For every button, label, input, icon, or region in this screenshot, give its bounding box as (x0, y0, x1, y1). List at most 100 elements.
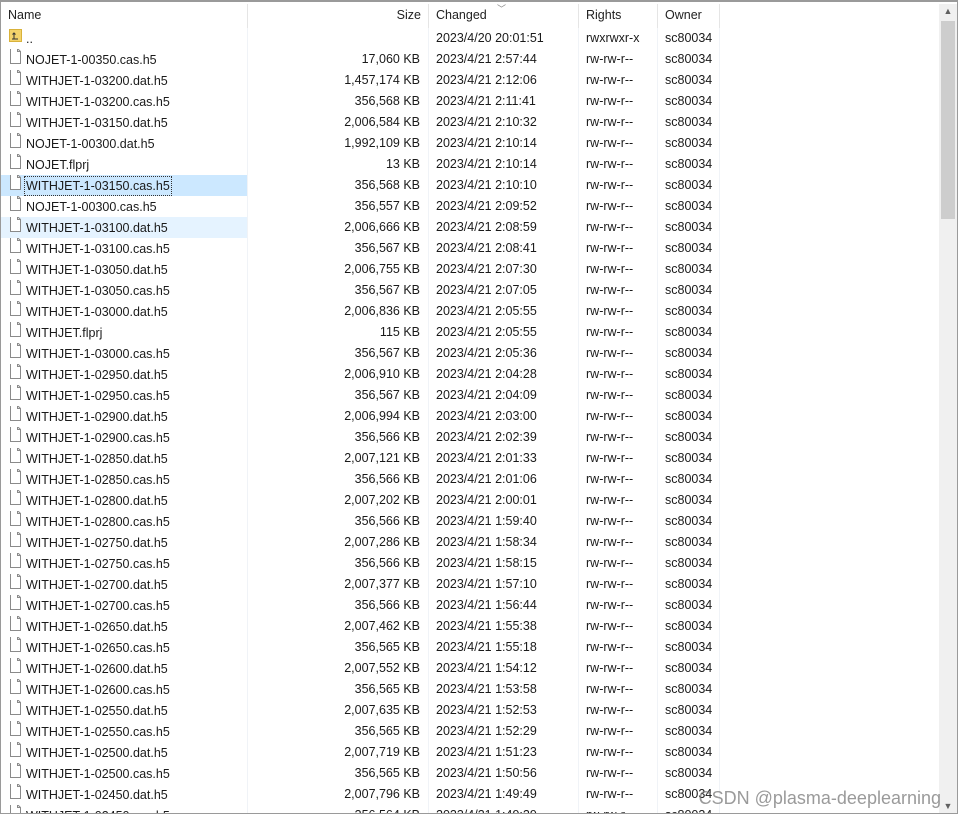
file-name-cell[interactable]: WITHJET-1-02950.dat.h5 (1, 364, 248, 385)
file-name-cell[interactable]: NOJET.flprj (1, 154, 248, 175)
file-row[interactable]: NOJET-1-00350.cas.h5 17,060 KB 2023/4/21… (1, 49, 941, 70)
scrollbar-thumb[interactable] (941, 21, 955, 219)
file-name-cell[interactable]: WITHJET-1-02900.cas.h5 (1, 427, 248, 448)
file-changed: 2023/4/21 2:05:55 (429, 322, 579, 343)
scroll-down-icon[interactable]: ▼ (939, 801, 957, 811)
file-row[interactable]: WITHJET-1-02850.cas.h5 356,566 KB 2023/4… (1, 469, 941, 490)
file-row[interactable]: WITHJET-1-02950.cas.h5 356,567 KB 2023/4… (1, 385, 941, 406)
file-name-cell[interactable]: WITHJET-1-03150.cas.h5 (1, 175, 248, 196)
file-size: 115 KB (248, 322, 429, 343)
file-row[interactable]: WITHJET-1-02700.cas.h5 356,566 KB 2023/4… (1, 595, 941, 616)
column-header-size[interactable]: Size (248, 4, 429, 28)
file-row[interactable]: WITHJET-1-02900.dat.h5 2,006,994 KB 2023… (1, 406, 941, 427)
file-row[interactable]: WITHJET-1-02700.dat.h5 2,007,377 KB 2023… (1, 574, 941, 595)
file-row[interactable]: WITHJET-1-02950.dat.h5 2,006,910 KB 2023… (1, 364, 941, 385)
file-name-cell[interactable]: WITHJET-1-03050.dat.h5 (1, 259, 248, 280)
file-rights: rw-rw-r-- (579, 658, 658, 679)
file-row[interactable]: NOJET-1-00300.dat.h5 1,992,109 KB 2023/4… (1, 133, 941, 154)
file-row[interactable]: WITHJET-1-03000.cas.h5 356,567 KB 2023/4… (1, 343, 941, 364)
file-row[interactable]: WITHJET-1-02500.cas.h5 356,565 KB 2023/4… (1, 763, 941, 784)
file-name-cell[interactable]: WITHJET-1-03100.cas.h5 (1, 238, 248, 259)
file-name-cell[interactable]: WITHJET-1-02500.cas.h5 (1, 763, 248, 784)
file-name-cell[interactable]: WITHJET-1-02650.cas.h5 (1, 637, 248, 658)
file-name-cell[interactable]: WITHJET-1-02850.cas.h5 (1, 469, 248, 490)
file-row[interactable]: WITHJET-1-02900.cas.h5 356,566 KB 2023/4… (1, 427, 941, 448)
file-row[interactable]: WITHJET-1-03100.cas.h5 356,567 KB 2023/4… (1, 238, 941, 259)
column-header-changed[interactable]: ﹀ Changed (429, 4, 579, 28)
file-name: WITHJET-1-03200.cas.h5 (26, 94, 170, 109)
file-name-cell[interactable]: NOJET-1-00300.cas.h5 (1, 196, 248, 217)
file-row[interactable]: WITHJET-1-03200.cas.h5 356,568 KB 2023/4… (1, 91, 941, 112)
file-row[interactable]: WITHJET-1-02750.cas.h5 356,566 KB 2023/4… (1, 553, 941, 574)
file-name-cell[interactable]: .. (1, 28, 248, 49)
file-name-cell[interactable]: NOJET-1-00350.cas.h5 (1, 49, 248, 70)
file-name-cell[interactable]: WITHJET-1-03050.cas.h5 (1, 280, 248, 301)
file-row[interactable]: .. 2023/4/20 20:01:51 rwxrwxr-x sc80034 (1, 28, 941, 49)
file-name-cell[interactable]: WITHJET-1-03150.dat.h5 (1, 112, 248, 133)
file-row[interactable]: WITHJET-1-03000.dat.h5 2,006,836 KB 2023… (1, 301, 941, 322)
file-name-cell[interactable]: WITHJET-1-02950.cas.h5 (1, 385, 248, 406)
vertical-scrollbar[interactable]: ▲ ▼ (939, 4, 957, 813)
scroll-up-icon[interactable]: ▲ (939, 6, 957, 16)
file-name-cell[interactable]: WITHJET-1-02450.cas.h5 (1, 805, 248, 813)
file-name-cell[interactable]: NOJET-1-00300.dat.h5 (1, 133, 248, 154)
file-size: 2,007,286 KB (248, 532, 429, 553)
file-name-cell[interactable]: WITHJET-1-02900.dat.h5 (1, 406, 248, 427)
file-row[interactable]: WITHJET-1-03200.dat.h5 1,457,174 KB 2023… (1, 70, 941, 91)
file-name: WITHJET-1-02900.cas.h5 (26, 430, 170, 445)
file-row[interactable]: WITHJET-1-02800.cas.h5 356,566 KB 2023/4… (1, 511, 941, 532)
file-row[interactable]: WITHJET.flprj 115 KB 2023/4/21 2:05:55 r… (1, 322, 941, 343)
file-row[interactable]: WITHJET-1-03050.cas.h5 356,567 KB 2023/4… (1, 280, 941, 301)
file-size (248, 28, 429, 49)
file-name-cell[interactable]: WITHJET-1-02500.dat.h5 (1, 742, 248, 763)
file-name-cell[interactable]: WITHJET-1-03100.dat.h5 (1, 217, 248, 238)
file-name-cell[interactable]: WITHJET-1-02550.cas.h5 (1, 721, 248, 742)
file-row[interactable]: WITHJET-1-03050.dat.h5 2,006,755 KB 2023… (1, 259, 941, 280)
file-owner: sc80034 (658, 133, 720, 154)
file-row[interactable]: WITHJET-1-03150.cas.h5 356,568 KB 2023/4… (1, 175, 941, 196)
file-name-cell[interactable]: WITHJET-1-03000.dat.h5 (1, 301, 248, 322)
file-name-cell[interactable]: WITHJET-1-02600.cas.h5 (1, 679, 248, 700)
file-name-cell[interactable]: WITHJET-1-02700.dat.h5 (1, 574, 248, 595)
file-name-cell[interactable]: WITHJET-1-02550.dat.h5 (1, 700, 248, 721)
file-icon (9, 301, 25, 322)
file-name-cell[interactable]: WITHJET-1-03200.dat.h5 (1, 70, 248, 91)
file-row[interactable]: WITHJET-1-03100.dat.h5 2,006,666 KB 2023… (1, 217, 941, 238)
file-row[interactable]: WITHJET-1-02500.dat.h5 2,007,719 KB 2023… (1, 742, 941, 763)
file-row[interactable]: WITHJET-1-02550.cas.h5 356,565 KB 2023/4… (1, 721, 941, 742)
file-name: WITHJET-1-03000.dat.h5 (26, 304, 168, 319)
file-row[interactable]: WITHJET-1-02850.dat.h5 2,007,121 KB 2023… (1, 448, 941, 469)
file-name-cell[interactable]: WITHJET-1-02800.dat.h5 (1, 490, 248, 511)
file-row[interactable]: WITHJET-1-02600.cas.h5 356,565 KB 2023/4… (1, 679, 941, 700)
file-name-cell[interactable]: WITHJET-1-02750.dat.h5 (1, 532, 248, 553)
file-name-cell[interactable]: WITHJET-1-02850.dat.h5 (1, 448, 248, 469)
file-row[interactable]: NOJET.flprj 13 KB 2023/4/21 2:10:14 rw-r… (1, 154, 941, 175)
file-changed: 2023/4/21 1:53:58 (429, 679, 579, 700)
file-row[interactable]: WITHJET-1-02750.dat.h5 2,007,286 KB 2023… (1, 532, 941, 553)
file-name-cell[interactable]: WITHJET-1-02600.dat.h5 (1, 658, 248, 679)
file-row[interactable]: WITHJET-1-02650.cas.h5 356,565 KB 2023/4… (1, 637, 941, 658)
file-rights: rw-rw-r-- (579, 217, 658, 238)
file-name-cell[interactable]: WITHJET-1-02450.dat.h5 (1, 784, 248, 805)
file-name-cell[interactable]: WITHJET-1-02750.cas.h5 (1, 553, 248, 574)
file-name-cell[interactable]: WITHJET.flprj (1, 322, 248, 343)
sort-descending-icon: ﹀ (497, 4, 507, 14)
file-owner: sc80034 (658, 574, 720, 595)
file-name-cell[interactable]: WITHJET-1-03200.cas.h5 (1, 91, 248, 112)
column-header-owner[interactable]: Owner (658, 4, 720, 28)
file-row[interactable]: WITHJET-1-02600.dat.h5 2,007,552 KB 2023… (1, 658, 941, 679)
file-rights: rw-rw-r-- (579, 238, 658, 259)
file-row[interactable]: WITHJET-1-02550.dat.h5 2,007,635 KB 2023… (1, 700, 941, 721)
file-name: NOJET.flprj (26, 157, 90, 172)
column-header-name[interactable]: Name (1, 4, 248, 28)
file-row[interactable]: WITHJET-1-02800.dat.h5 2,007,202 KB 2023… (1, 490, 941, 511)
file-name-cell[interactable]: WITHJET-1-02800.cas.h5 (1, 511, 248, 532)
column-header-rights[interactable]: Rights (579, 4, 658, 28)
file-name-cell[interactable]: WITHJET-1-02700.cas.h5 (1, 595, 248, 616)
file-row[interactable]: WITHJET-1-03150.dat.h5 2,006,584 KB 2023… (1, 112, 941, 133)
file-owner: sc80034 (658, 238, 720, 259)
file-row[interactable]: NOJET-1-00300.cas.h5 356,557 KB 2023/4/2… (1, 196, 941, 217)
file-name-cell[interactable]: WITHJET-1-03000.cas.h5 (1, 343, 248, 364)
file-name-cell[interactable]: WITHJET-1-02650.dat.h5 (1, 616, 248, 637)
file-row[interactable]: WITHJET-1-02650.dat.h5 2,007,462 KB 2023… (1, 616, 941, 637)
